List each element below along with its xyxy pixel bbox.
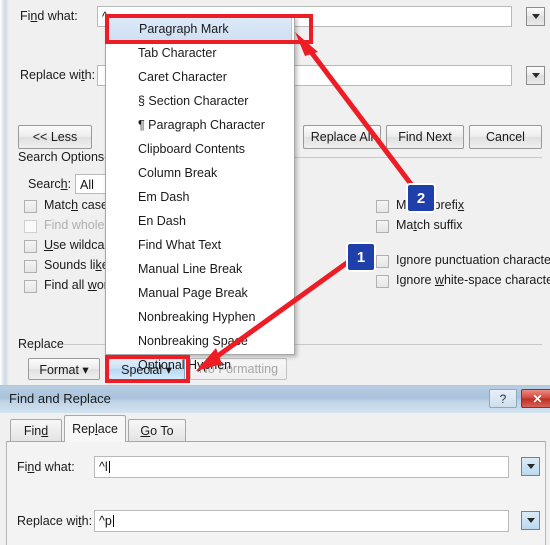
checkbox-find-whole-words[interactable] — [24, 220, 37, 233]
help-icon: ? — [499, 391, 507, 406]
replace-all-button-label: Replace All — [310, 130, 374, 144]
format-button-label: Format ▾ — [39, 362, 89, 377]
replace-tab-panel: Find what: ^l Replace with: ^p — [6, 441, 546, 545]
menu-item-find-what-text[interactable]: Find What Text — [106, 233, 294, 257]
checkbox-ignore-punctuation[interactable] — [376, 255, 389, 268]
tab-find[interactable]: Find — [10, 419, 62, 441]
search-options-title: Search Options — [18, 150, 105, 164]
tab-replace-label: Replace — [72, 422, 118, 436]
annotation-badge-1: 1 — [346, 242, 376, 272]
checkbox-sounds-like[interactable] — [24, 260, 37, 273]
checkbox-match-case[interactable] — [24, 200, 37, 213]
special-dropdown-menu[interactable]: Paragraph Mark Tab Character Caret Charact… — [105, 16, 295, 372]
less-button-label: << Less — [32, 130, 78, 144]
replace-with-label: Replace with: — [20, 68, 96, 82]
checkbox-match-suffix[interactable] — [376, 220, 389, 233]
menu-item-nonbreaking-hyphen[interactable]: Nonbreaking Hyphen — [106, 305, 294, 329]
menu-item-paragraph-mark[interactable]: Paragraph Mark — [108, 17, 292, 41]
tab-find-label: Find — [23, 423, 49, 438]
tab-replace[interactable]: Replace — [64, 415, 126, 442]
search-scope-value: All — [80, 178, 94, 192]
menu-item-en-dash[interactable]: En Dash — [106, 209, 294, 233]
cancel-button-label: Cancel — [486, 130, 525, 144]
lower-replace-with-dropdown-arrow[interactable] — [521, 511, 540, 530]
close-button[interactable]: ✕ — [521, 389, 550, 408]
dialog-content: Find Replace Go To Find what: ^l Replace… — [0, 413, 550, 545]
text-caret — [108, 461, 110, 473]
chevron-down-icon — [526, 518, 535, 523]
menu-item-caret-character[interactable]: Caret Character — [106, 65, 294, 89]
find-next-button-label: Find Next — [398, 130, 452, 144]
chevron-down-icon — [531, 73, 540, 78]
menu-item-optional-hyphen[interactable]: Optional Hyphen — [106, 353, 294, 377]
lower-find-what-label: Find what: — [17, 460, 75, 474]
menu-item-column-break[interactable]: Column Break — [106, 161, 294, 185]
menu-item-manual-page-break[interactable]: Manual Page Break — [106, 281, 294, 305]
search-label: Search: — [28, 177, 72, 191]
lower-replace-with-label: Replace with: — [17, 514, 93, 528]
window-title: Find and Replace — [9, 391, 111, 406]
lower-replace-with-value: ^p — [99, 514, 112, 528]
annotation-badge-2: 2 — [406, 183, 436, 213]
menu-item-nonbreaking-space[interactable]: Nonbreaking Space — [106, 329, 294, 353]
checkbox-use-wildcards[interactable] — [24, 240, 37, 253]
checkbox-find-all-word-forms[interactable] — [24, 280, 37, 293]
text-caret — [112, 515, 114, 527]
less-button[interactable]: << Less — [18, 125, 92, 149]
titlebar: Find and Replace ? ✕ — [0, 386, 550, 413]
checkbox-match-case-label: Match case — [44, 198, 108, 212]
replace-all-button[interactable]: Replace All — [303, 125, 381, 149]
dialog-left-edge — [0, 0, 9, 385]
menu-item-paragraph-character[interactable]: ¶ Paragraph Character — [106, 113, 294, 137]
menu-item-clipboard-contents[interactable]: Clipboard Contents — [106, 137, 294, 161]
lower-find-what-combobox[interactable]: ^l — [94, 456, 509, 478]
find-and-replace-dialog: Find and Replace ? ✕ Find Replace Go To … — [0, 385, 550, 545]
menu-item-section-character[interactable]: § Section Character — [106, 89, 294, 113]
checkbox-ignore-whitespace-label: Ignore white-space characters — [396, 273, 550, 287]
checkbox-match-prefix[interactable] — [376, 200, 389, 213]
lower-find-what-value: ^l — [99, 460, 108, 474]
cancel-button[interactable]: Cancel — [469, 125, 542, 149]
chevron-down-icon — [526, 464, 535, 469]
find-next-button[interactable]: Find Next — [386, 125, 464, 149]
help-button[interactable]: ? — [489, 389, 517, 408]
menu-item-em-dash[interactable]: Em Dash — [106, 185, 294, 209]
replace-with-dropdown-arrow[interactable] — [526, 66, 545, 85]
find-what-label: Find what: — [20, 9, 78, 23]
format-button[interactable]: Format ▾ — [28, 358, 100, 380]
screenshot-root: Find what: ^ Replace with: << Less Repla… — [0, 0, 550, 545]
tab-goto[interactable]: Go To — [128, 419, 186, 441]
lower-replace-with-combobox[interactable]: ^p — [94, 510, 509, 532]
menu-item-tab-character[interactable]: Tab Character — [106, 41, 294, 65]
checkbox-match-suffix-label: Match suffix — [396, 218, 463, 232]
tab-goto-label: Go To — [140, 423, 174, 438]
menu-item-manual-line-break[interactable]: Manual Line Break — [106, 257, 294, 281]
find-replace-dialog-zoomed: Find what: ^ Replace with: << Less Repla… — [0, 0, 550, 385]
find-what-dropdown-arrow[interactable] — [526, 7, 545, 26]
checkbox-ignore-punctuation-label: Ignore punctuation characters — [396, 253, 550, 267]
chevron-down-icon — [531, 14, 540, 19]
lower-find-what-dropdown-arrow[interactable] — [521, 457, 540, 476]
close-icon: ✕ — [532, 391, 543, 406]
replace-group-title: Replace — [18, 337, 64, 351]
checkbox-ignore-whitespace[interactable] — [376, 275, 389, 288]
